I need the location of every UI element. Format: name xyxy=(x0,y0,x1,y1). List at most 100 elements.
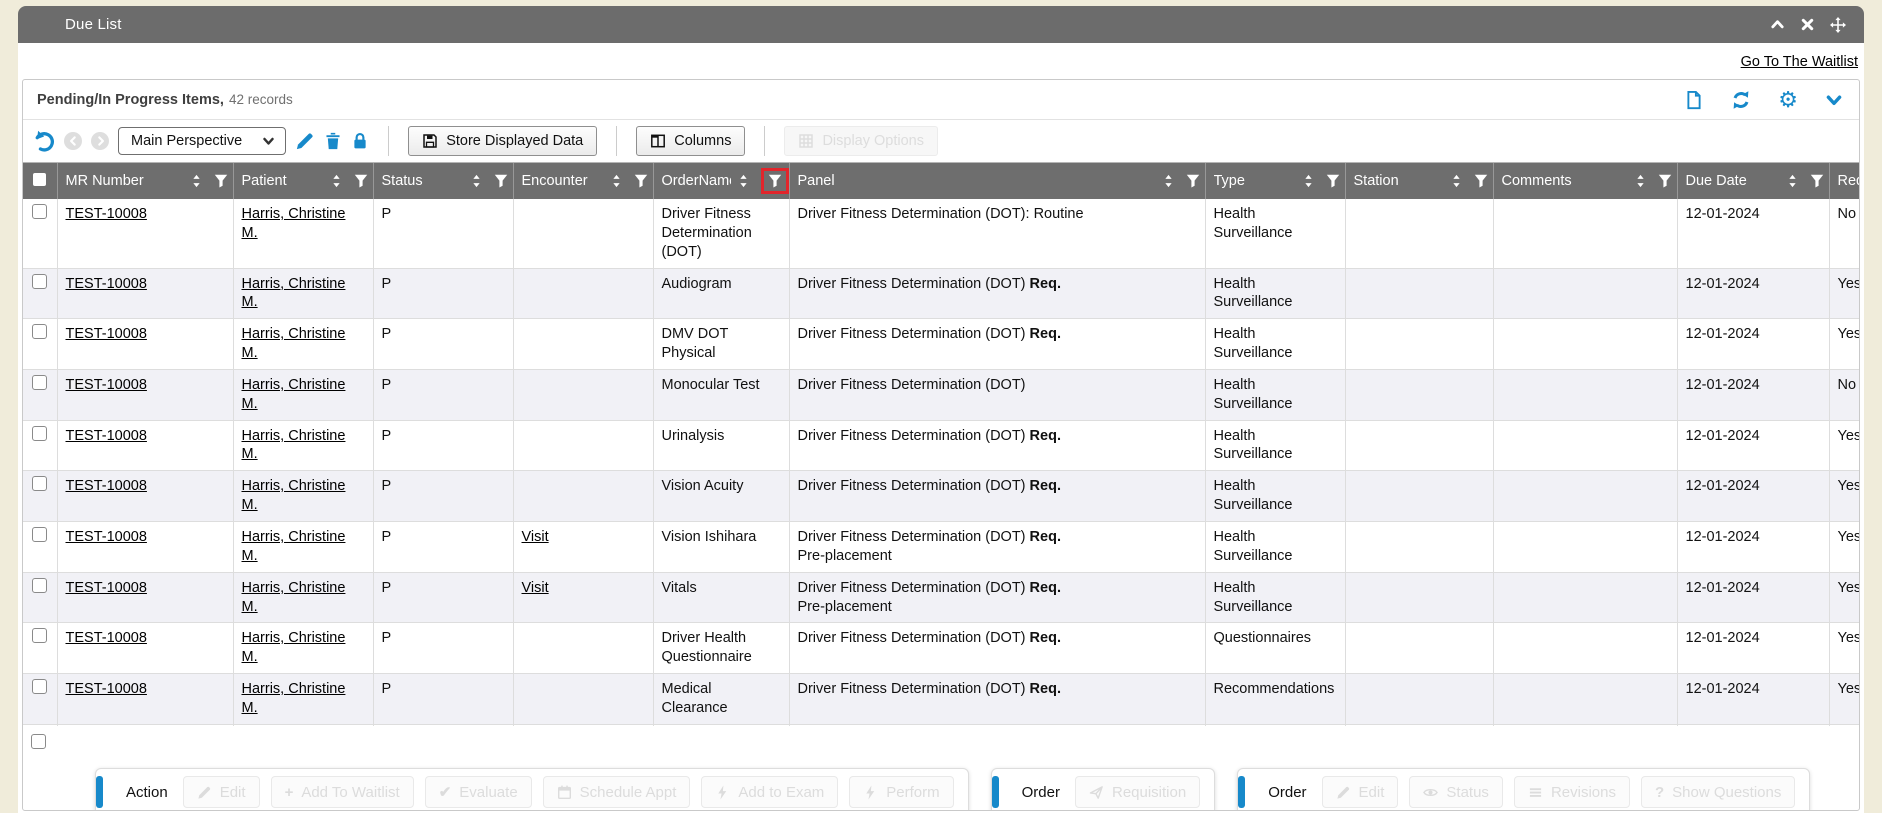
eye-icon[interactable] xyxy=(1423,785,1438,800)
row-checkbox[interactable] xyxy=(32,527,47,542)
new-document-icon[interactable] xyxy=(1684,90,1704,110)
pencil-icon[interactable] xyxy=(1336,785,1351,800)
filter-icon[interactable] xyxy=(1658,174,1672,188)
column-header-patient[interactable]: Patient xyxy=(233,163,373,199)
send-icon[interactable] xyxy=(1089,785,1104,800)
column-header-encounter[interactable]: Encounter xyxy=(513,163,653,199)
collapse-panel-chevron-down-icon[interactable] xyxy=(1825,91,1843,109)
mr-number-link[interactable]: TEST-10008 xyxy=(66,377,147,393)
filter-icon[interactable] xyxy=(768,174,782,188)
mr-number-link[interactable]: TEST-10008 xyxy=(66,681,147,697)
row-checkbox[interactable] xyxy=(32,679,47,694)
row-checkbox[interactable] xyxy=(32,476,47,491)
sort-icon[interactable] xyxy=(1302,174,1315,188)
patient-link[interactable]: Harris, Christine M. xyxy=(242,630,346,665)
select-all-checkbox[interactable] xyxy=(33,173,46,186)
column-header-req[interactable]: Req xyxy=(1829,163,1859,199)
encounter-cell xyxy=(513,319,653,370)
collapse-chevron-up-icon[interactable] xyxy=(1770,17,1785,32)
footer-checkbox[interactable] xyxy=(31,734,46,749)
mr-number-link[interactable]: TEST-10008 xyxy=(66,428,147,444)
row-checkbox[interactable] xyxy=(32,628,47,643)
column-header-station[interactable]: Station xyxy=(1345,163,1493,199)
store-displayed-data-button[interactable]: Store Displayed Data xyxy=(408,126,597,156)
columns-button[interactable]: Columns xyxy=(636,126,745,156)
column-header-status[interactable]: Status xyxy=(373,163,513,199)
patient-link[interactable]: Harris, Christine M. xyxy=(242,529,346,564)
sort-icon[interactable] xyxy=(1786,174,1799,188)
gear-icon[interactable]: ⚙ xyxy=(1778,89,1798,111)
encounter-link[interactable]: Visit xyxy=(522,580,549,596)
column-header-ordername[interactable]: OrderName xyxy=(653,163,789,199)
row-checkbox[interactable] xyxy=(32,578,47,593)
column-header-panel[interactable]: Panel xyxy=(789,163,1205,199)
patient-link[interactable]: Harris, Christine M. xyxy=(242,580,346,615)
filter-icon[interactable] xyxy=(1326,174,1340,188)
row-checkbox[interactable] xyxy=(32,204,47,219)
menu-icon[interactable] xyxy=(1528,785,1543,800)
sort-icon[interactable] xyxy=(470,174,483,188)
bolt-icon[interactable] xyxy=(715,785,730,800)
pencil-icon[interactable] xyxy=(197,785,212,800)
sort-icon[interactable] xyxy=(1634,174,1647,188)
history-forward-button[interactable] xyxy=(91,132,109,150)
row-checkbox[interactable] xyxy=(32,274,47,289)
close-icon[interactable] xyxy=(1800,17,1815,32)
encounter-link[interactable]: Visit xyxy=(522,529,549,545)
column-header-comments[interactable]: Comments xyxy=(1493,163,1677,199)
reset-undo-icon[interactable] xyxy=(33,130,55,152)
station-cell xyxy=(1345,420,1493,471)
filter-icon[interactable] xyxy=(214,174,228,188)
sort-icon[interactable] xyxy=(330,174,343,188)
filter-icon[interactable] xyxy=(494,174,508,188)
panel-note: Pre-placement xyxy=(798,598,1197,617)
calendar-icon[interactable] xyxy=(557,785,572,800)
delete-perspective-trash-icon[interactable] xyxy=(324,132,342,150)
patient-link[interactable]: Harris, Christine M. xyxy=(242,428,346,463)
sort-icon[interactable] xyxy=(1162,174,1175,188)
patient-cell: Harris, Christine M. xyxy=(233,572,373,623)
patient-link[interactable]: Harris, Christine M. xyxy=(242,478,346,513)
select-all-checkbox-cell[interactable] xyxy=(23,163,57,199)
sort-icon[interactable] xyxy=(737,174,750,188)
mr-number-cell: TEST-10008 xyxy=(57,268,233,319)
mr-number-link[interactable]: TEST-10008 xyxy=(66,580,147,596)
patient-link[interactable]: Harris, Christine M. xyxy=(242,326,346,361)
mr-number-link[interactable]: TEST-10008 xyxy=(66,276,147,292)
filter-icon[interactable] xyxy=(354,174,368,188)
bolt-icon[interactable] xyxy=(863,785,878,800)
filter-icon[interactable] xyxy=(634,174,648,188)
filter-icon[interactable] xyxy=(1810,174,1824,188)
mr-number-link[interactable]: TEST-10008 xyxy=(66,529,147,545)
order-name-cell: Urinalysis xyxy=(653,420,789,471)
patient-link[interactable]: Harris, Christine M. xyxy=(242,377,346,412)
row-checkbox[interactable] xyxy=(32,426,47,441)
move-icon[interactable] xyxy=(1830,17,1846,33)
edit-perspective-pencil-icon[interactable] xyxy=(295,131,315,151)
filter-icon[interactable] xyxy=(1186,174,1200,188)
mr-number-link[interactable]: TEST-10008 xyxy=(66,630,147,646)
column-header-type[interactable]: Type xyxy=(1205,163,1345,199)
lock-perspective-icon[interactable] xyxy=(351,132,369,150)
mr-number-link[interactable]: TEST-10008 xyxy=(66,326,147,342)
mr-number-link[interactable]: TEST-10008 xyxy=(66,206,147,222)
sort-icon[interactable] xyxy=(610,174,623,188)
column-header-due-date[interactable]: Due Date xyxy=(1677,163,1829,199)
filter-icon[interactable] xyxy=(1474,174,1488,188)
toolbar-divider xyxy=(616,126,617,156)
row-checkbox[interactable] xyxy=(32,324,47,339)
column-header-mr-number[interactable]: MR Number xyxy=(57,163,233,199)
order-name-cell: Vision Acuity xyxy=(653,471,789,522)
button-label: Edit xyxy=(220,784,246,801)
patient-link[interactable]: Harris, Christine M. xyxy=(242,206,346,241)
perspective-select[interactable]: Main Perspective xyxy=(118,127,286,155)
patient-link[interactable]: Harris, Christine M. xyxy=(242,276,346,311)
mr-number-link[interactable]: TEST-10008 xyxy=(66,478,147,494)
sort-icon[interactable] xyxy=(1450,174,1463,188)
refresh-icon[interactable] xyxy=(1731,90,1751,110)
sort-icon[interactable] xyxy=(190,174,203,188)
history-back-button[interactable] xyxy=(64,132,82,150)
patient-link[interactable]: Harris, Christine M. xyxy=(242,681,346,716)
row-checkbox[interactable] xyxy=(32,375,47,390)
go-to-waitlist-link[interactable]: Go To The Waitlist xyxy=(1741,54,1858,70)
